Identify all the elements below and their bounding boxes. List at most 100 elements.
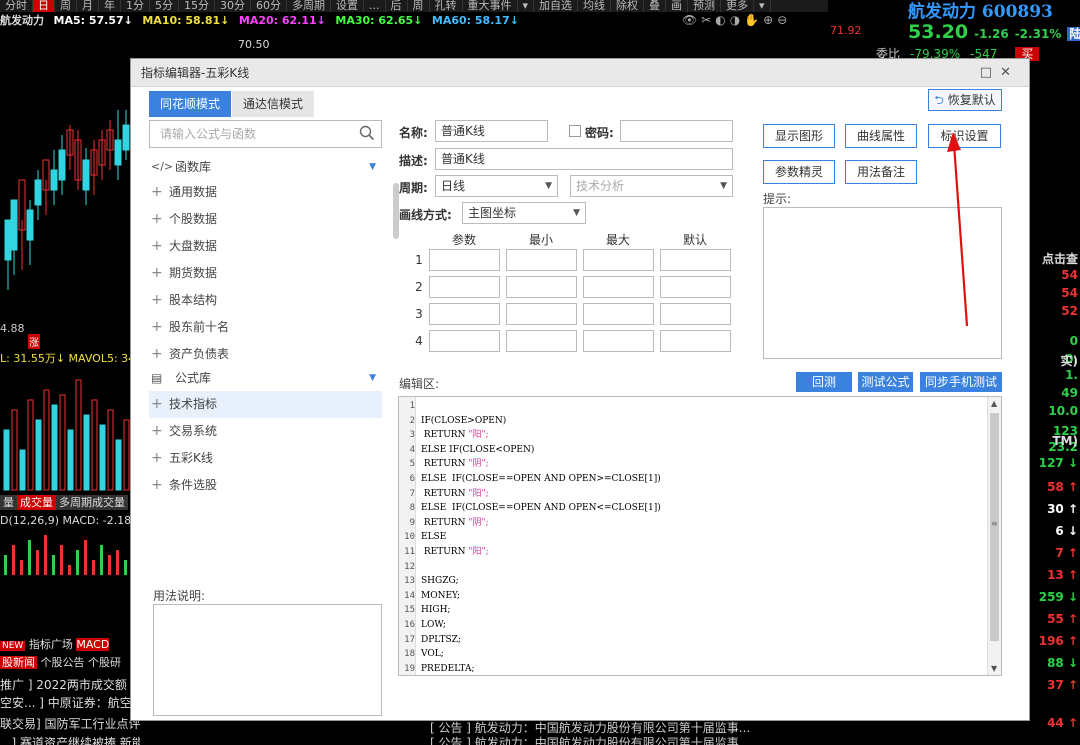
top-menu-item[interactable]: 30分 (215, 0, 251, 12)
param-wizard-button[interactable]: 参数精灵 (763, 160, 835, 184)
volume-tabs[interactable]: 量成交量 多周期成交量 (0, 494, 128, 510)
category-select[interactable]: 技术分析 ▼ (570, 175, 733, 197)
tree-formula-lib[interactable]: ▤ 公式库 ▼ (149, 366, 382, 390)
backtest-button[interactable]: 回测 (796, 372, 852, 392)
param-cell[interactable] (660, 303, 731, 325)
param-cell[interactable] (660, 276, 731, 298)
news-item[interactable]: 空安... ] 中原证券：航空 (0, 694, 132, 711)
top-menu-item[interactable]: 分时 (0, 0, 33, 12)
param-cell[interactable] (429, 303, 500, 325)
param-cell[interactable] (660, 249, 731, 271)
usage-textarea[interactable] (153, 604, 382, 716)
top-menu-item[interactable]: 画 (666, 0, 689, 12)
tree-item[interactable]: + 交易系统 (149, 418, 382, 445)
top-menu-item[interactable]: 设置 (331, 0, 364, 12)
top-menu-item[interactable]: 年 (99, 0, 121, 12)
param-cell[interactable] (583, 276, 654, 298)
tree-item[interactable]: + 五彩K线 (149, 445, 382, 472)
top-menu-item[interactable]: 周 (408, 0, 430, 12)
top-menu-item[interactable]: 15分 (179, 0, 215, 12)
top-menu-item[interactable]: 更多 (721, 0, 755, 12)
dialog-titlebar[interactable]: 指标编辑器-五彩K线 □✕ (131, 59, 1029, 87)
scroll-up-icon[interactable]: ▲ (991, 399, 997, 408)
tree-item[interactable]: + 期货数据 (149, 260, 382, 287)
top-menu-item[interactable]: 除权 (611, 0, 645, 12)
news-tab-research[interactable]: 个股研 (88, 656, 121, 669)
tree-item[interactable]: + 条件选股 (149, 472, 382, 499)
editor-scrollbar[interactable]: ▲ ≡ ▼ (987, 397, 1001, 675)
param-cell[interactable] (583, 249, 654, 271)
top-menu-item[interactable]: 后 (386, 0, 408, 12)
param-cell[interactable] (506, 276, 577, 298)
restore-default-button[interactable]: ⮌ 恢复默认 (928, 89, 1002, 111)
param-cell[interactable] (429, 276, 500, 298)
top-menu-item[interactable]: ▾ (754, 0, 771, 12)
param-cell[interactable] (583, 303, 654, 325)
usage-notes-button[interactable]: 用法备注 (845, 160, 917, 184)
top-menu-item[interactable]: ... (364, 0, 386, 12)
show-graph-button[interactable]: 显示图形 (763, 124, 835, 148)
chart-toolbar-icons[interactable]: 👁✂◐◑✋⊕⊖ (682, 13, 791, 27)
macd-bar (4, 555, 7, 575)
tree-item[interactable]: + 个股数据 (149, 206, 382, 233)
top-menu-item[interactable]: 均线 (578, 0, 612, 12)
param-cell[interactable] (506, 303, 577, 325)
scroll-down-icon[interactable]: ▼ (991, 664, 997, 673)
tree-item[interactable]: + 股东前十名 (149, 314, 382, 341)
top-menu-item[interactable]: 周 (55, 0, 77, 12)
line-number: 14 (404, 590, 415, 601)
news-tab-macd[interactable]: MACD (76, 638, 110, 651)
news-item[interactable]: [ 公告 ] 航发动力：中国航发动力股份有限公司第十届监事 (430, 734, 739, 745)
sync-mobile-test-button[interactable]: 同步手机测试 (920, 372, 1002, 392)
tab-ths-mode[interactable]: 同花顺模式 (149, 91, 232, 117)
news-tab-indicator-square[interactable]: 指标广场 (29, 638, 73, 651)
top-menu-item[interactable]: 叠 (644, 0, 667, 12)
param-cell[interactable] (429, 330, 500, 352)
name-input[interactable]: 普通K线 (435, 120, 548, 142)
top-menu-item[interactable]: 月 (77, 0, 99, 12)
test-formula-button[interactable]: 测试公式 (858, 372, 913, 392)
tree-item[interactable]: + 大盘数据 (149, 233, 382, 260)
news-item[interactable]: 推广 ] 2022两市成交额 (0, 676, 127, 693)
news-tab-announcement[interactable]: 个股公告 (41, 656, 85, 669)
tree-func-lib[interactable]: </> 函数库 ▼ (149, 155, 382, 179)
top-menu-item[interactable]: ▾ (518, 0, 535, 12)
news-tab-new[interactable]: NEW (0, 641, 26, 651)
top-menu-item[interactable]: 预测 (688, 0, 722, 12)
top-menu-item[interactable]: 5分 (150, 0, 179, 12)
tab-tdx-mode[interactable]: 通达信模式 (232, 91, 315, 117)
news-item[interactable]: ...] 赛道资产继续被捧 新能源、半导体、军工何时能止跌 (0, 734, 140, 745)
news-item[interactable]: 联交易] 国防军工行业点评报告：航发动力关联交易持续高... (0, 715, 140, 732)
top-menu-item[interactable]: 加自选 (534, 0, 579, 12)
tree-item-selected[interactable]: + 技术指标 (149, 391, 382, 418)
tree-item[interactable]: + 股本结构 (149, 287, 382, 314)
param-cell[interactable] (429, 249, 500, 271)
top-menu-item[interactable]: 日 (33, 0, 55, 12)
search-icon[interactable] (359, 125, 375, 141)
desc-input[interactable]: 普通K线 (435, 148, 733, 170)
maximize-icon[interactable]: □ (980, 65, 1000, 80)
param-cell[interactable] (506, 330, 577, 352)
period-select[interactable]: 日线 ▼ (435, 175, 558, 197)
tree-item[interactable]: + 通用数据 (149, 179, 382, 206)
draw-mode-select[interactable]: 主图坐标 ▼ (462, 202, 586, 224)
formula-search-input[interactable]: 请输入公式与函数 (149, 120, 382, 148)
top-menu-item[interactable]: 多周期 (287, 0, 331, 12)
password-checkbox[interactable] (569, 125, 581, 137)
password-label: 密码: (585, 126, 614, 140)
tree-item[interactable]: + 资产负债表 (149, 341, 382, 368)
param-header: 最小 (528, 233, 553, 247)
password-input[interactable] (620, 120, 733, 142)
param-cell[interactable] (506, 249, 577, 271)
line-number: 12 (404, 561, 415, 572)
top-menu-item[interactable]: 重大事件 (463, 0, 518, 12)
news-tab-stock-news[interactable]: 股新闻 (0, 656, 37, 669)
code-editor[interactable]: 1 2 3 4 5 6 7 8 9 10 11 12 13 14 15 16 17 18 19 IF(CLOSE>O… (398, 396, 1002, 676)
close-icon[interactable]: ✕ (1000, 65, 1019, 80)
param-cell[interactable] (660, 330, 731, 352)
param-cell[interactable] (583, 330, 654, 352)
top-menu-item[interactable]: 1分 (121, 0, 150, 12)
top-menu-item[interactable]: 60分 (251, 0, 287, 12)
curve-props-button[interactable]: 曲线属性 (845, 124, 917, 148)
top-menu-item[interactable]: 孔转 (430, 0, 463, 12)
